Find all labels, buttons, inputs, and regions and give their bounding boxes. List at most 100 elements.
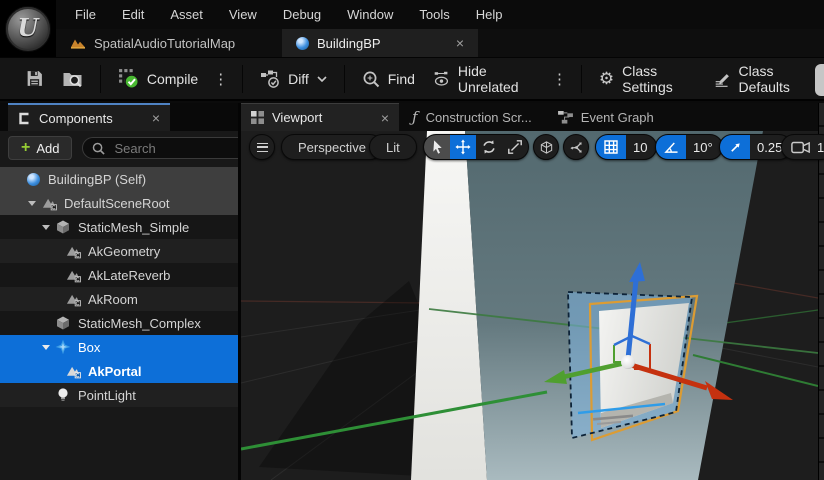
hide-unrelated-button[interactable]: Hide Unrelated bbox=[424, 62, 546, 96]
select-tool-button[interactable] bbox=[424, 135, 450, 159]
expander-icon[interactable] bbox=[24, 201, 40, 206]
3d-scene[interactable] bbox=[241, 131, 818, 480]
tree-row-pointlight[interactable]: PointLight bbox=[0, 383, 238, 407]
tab-construction-script[interactable]: ƒ Construction Scr... bbox=[399, 103, 545, 131]
scale-tool-button[interactable] bbox=[502, 135, 528, 159]
menu-view[interactable]: View bbox=[216, 0, 270, 29]
class-settings-label: Class Settings bbox=[622, 63, 695, 95]
scene-component-icon bbox=[64, 291, 82, 307]
expander-icon[interactable] bbox=[38, 345, 54, 350]
rotate-tool-icon bbox=[481, 139, 497, 155]
lit-mode-button[interactable]: Lit bbox=[369, 134, 417, 160]
menu-debug[interactable]: Debug bbox=[270, 0, 334, 29]
menu-tools[interactable]: Tools bbox=[406, 0, 462, 29]
toolbar-separator bbox=[100, 65, 101, 93]
tab-buildingbp[interactable]: BuildingBP × bbox=[282, 29, 478, 57]
tree-label: AkGeometry bbox=[88, 244, 160, 259]
grid-snap-icon[interactable] bbox=[596, 135, 626, 159]
gizmo-center[interactable] bbox=[621, 355, 635, 369]
tree-row-akgeometry[interactable]: AkGeometry bbox=[0, 239, 238, 263]
components-panel: Components × + Add bbox=[0, 103, 238, 480]
compile-label: Compile bbox=[147, 71, 198, 87]
tree-label: StaticMesh_Complex bbox=[78, 316, 201, 331]
tree-row-staticmesh-simple[interactable]: StaticMesh_Simple bbox=[0, 215, 238, 239]
add-component-button[interactable]: + Add bbox=[8, 136, 72, 160]
tab-label: Viewport bbox=[272, 110, 322, 125]
unreal-logo-icon: U bbox=[5, 6, 51, 52]
unreal-logo[interactable]: U bbox=[0, 0, 56, 57]
compile-button[interactable]: Compile bbox=[109, 62, 207, 96]
tree-label: BuildingBP (Self) bbox=[48, 172, 146, 187]
event-graph-icon bbox=[558, 111, 573, 124]
menu-file[interactable]: File bbox=[62, 0, 109, 29]
camera-speed-value[interactable]: 1 bbox=[817, 140, 824, 155]
scene-component-icon bbox=[64, 267, 82, 283]
class-defaults-icon bbox=[714, 70, 731, 88]
tree-label: DefaultSceneRoot bbox=[64, 196, 170, 211]
tab-spatialaudiotutorialmap[interactable]: SpatialAudioTutorialMap bbox=[56, 29, 268, 57]
components-tab-row: Components × bbox=[0, 103, 238, 131]
menu-help[interactable]: Help bbox=[463, 0, 516, 29]
rotation-snap-icon[interactable] bbox=[656, 135, 686, 159]
static-mesh-icon bbox=[54, 315, 72, 331]
scene-component-icon bbox=[40, 195, 58, 211]
components-title: Components bbox=[39, 111, 113, 126]
tree-label: StaticMesh_Simple bbox=[78, 220, 189, 235]
camera-speed-control[interactable]: 1 bbox=[781, 134, 824, 160]
tab-label: Event Graph bbox=[581, 110, 654, 125]
tree-label: AkRoom bbox=[88, 292, 138, 307]
tree-row-akroom[interactable]: AkRoom bbox=[0, 287, 238, 311]
browse-button[interactable] bbox=[53, 62, 92, 96]
tree-row-buildingbp-self[interactable]: BuildingBP (Self) bbox=[0, 167, 238, 191]
tree-label: Box bbox=[78, 340, 100, 355]
save-icon bbox=[25, 69, 44, 88]
close-icon[interactable]: × bbox=[456, 36, 464, 50]
rotation-snap-control[interactable]: 10° bbox=[655, 134, 723, 160]
scale-snap-icon[interactable] bbox=[720, 135, 750, 159]
coordinate-space-button[interactable] bbox=[533, 134, 559, 160]
plus-icon: + bbox=[21, 140, 30, 156]
blueprint-sphere-icon bbox=[24, 171, 42, 187]
move-tool-button[interactable] bbox=[450, 135, 476, 159]
hide-unrelated-kebab-icon[interactable]: ⋮ bbox=[546, 70, 573, 88]
grid-snap-control[interactable]: 10 bbox=[595, 134, 657, 160]
close-icon[interactable]: × bbox=[381, 111, 389, 125]
find-button[interactable]: Find bbox=[353, 62, 424, 96]
tree-row-defaultsceneroot[interactable]: DefaultSceneRoot bbox=[0, 191, 238, 215]
class-defaults-button[interactable]: Class Defaults bbox=[705, 62, 824, 96]
menu-asset[interactable]: Asset bbox=[157, 0, 216, 29]
rotate-tool-button[interactable] bbox=[476, 135, 502, 159]
expander-icon[interactable] bbox=[38, 225, 54, 230]
rotation-snap-value[interactable]: 10° bbox=[686, 140, 722, 155]
tree-row-akportal[interactable]: AkPortal bbox=[0, 359, 238, 383]
tree-row-aklatereverb[interactable]: AkLateReverb bbox=[0, 263, 238, 287]
menu-window[interactable]: Window bbox=[334, 0, 406, 29]
level-map-icon bbox=[70, 37, 86, 49]
tab-components[interactable]: Components × bbox=[8, 103, 170, 131]
hide-unrelated-icon bbox=[433, 70, 450, 88]
move-tool-icon bbox=[455, 139, 471, 155]
simulation-button-edge[interactable] bbox=[815, 64, 824, 96]
menu-edit[interactable]: Edit bbox=[109, 0, 157, 29]
point-light-icon bbox=[54, 387, 72, 403]
tree-label: AkPortal bbox=[88, 364, 141, 379]
diff-label: Diff bbox=[288, 71, 309, 87]
compile-icon bbox=[118, 68, 139, 89]
components-tree: BuildingBP (Self) DefaultSceneRoot bbox=[0, 165, 238, 480]
surface-snapping-button[interactable] bbox=[563, 134, 589, 160]
grid-snap-value[interactable]: 10 bbox=[626, 140, 656, 155]
diff-button[interactable]: Diff bbox=[251, 62, 336, 96]
tab-event-graph[interactable]: Event Graph bbox=[545, 103, 667, 131]
save-button[interactable] bbox=[16, 62, 53, 96]
coordinate-space-icon bbox=[539, 140, 554, 155]
tab-viewport[interactable]: Viewport × bbox=[241, 103, 399, 131]
select-tool-icon bbox=[430, 139, 445, 155]
compile-options-kebab-icon[interactable]: ⋮ bbox=[207, 70, 234, 88]
viewport-options-button[interactable] bbox=[249, 134, 275, 160]
perspective-button[interactable]: Perspective bbox=[281, 134, 383, 160]
class-settings-button[interactable]: ⚙ Class Settings bbox=[590, 62, 705, 96]
close-icon[interactable]: × bbox=[152, 111, 160, 125]
tree-row-staticmesh-complex[interactable]: StaticMesh_Complex bbox=[0, 311, 238, 335]
tree-row-box[interactable]: Box bbox=[0, 335, 238, 359]
toolbar-separator bbox=[242, 65, 243, 93]
